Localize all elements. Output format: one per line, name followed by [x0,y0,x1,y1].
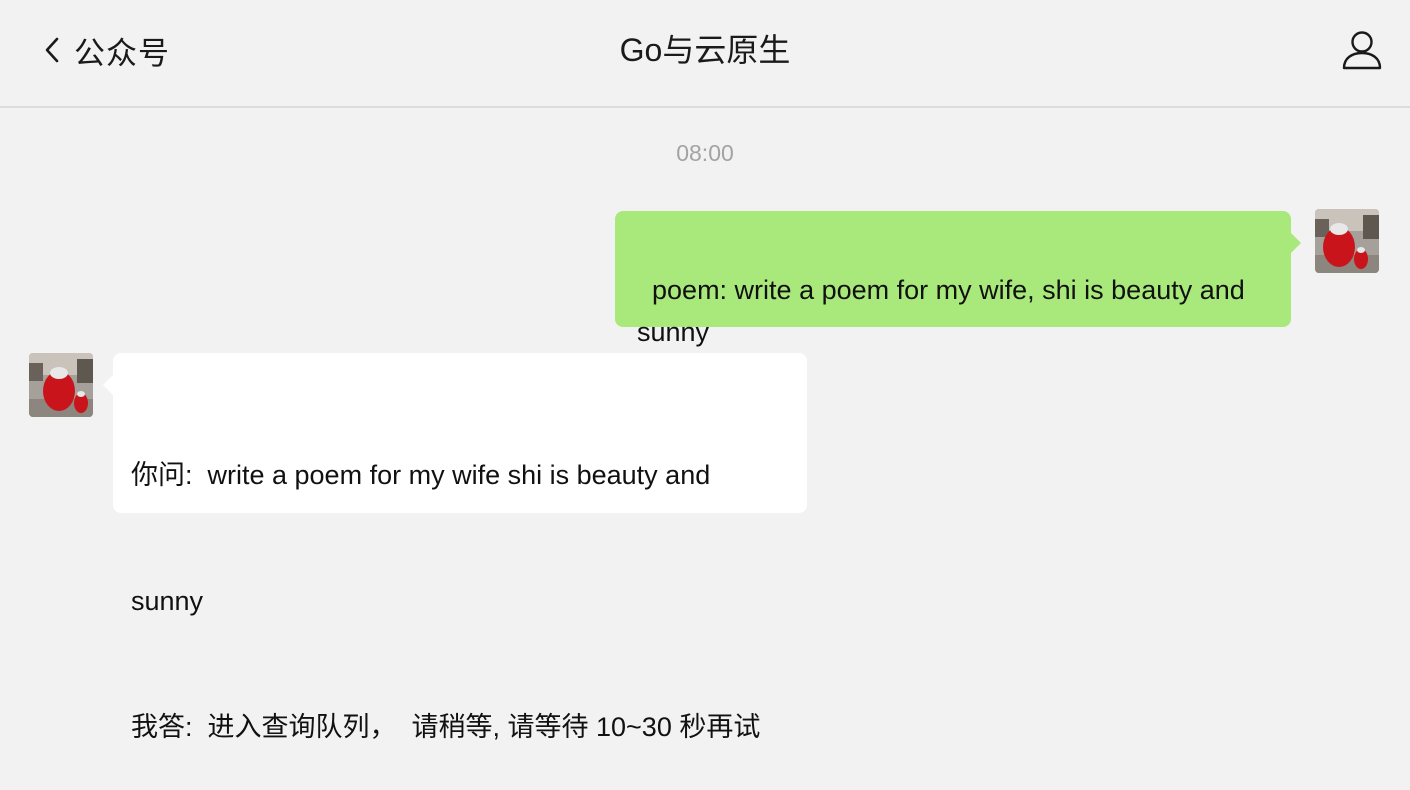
incoming-message-line: 我答: 进入查询队列， 请稍等, 请等待 10~30 秒再试 [131,712,761,742]
sender-avatar[interactable] [29,353,93,417]
incoming-message-line: 你问: write a poem for my wife shi is beau… [131,460,711,490]
outgoing-message-text: poem: write a poem for my wife, shi is b… [637,275,1253,347]
my-avatar[interactable] [1315,209,1379,273]
chat-title: Go与云原生 [619,32,791,68]
message-timestamp: 08:00 [676,140,734,166]
incoming-message-line: sunny [131,586,204,616]
back-button[interactable]: 公众号 [44,28,170,72]
chevron-left-icon [44,36,60,64]
incoming-message-bubble[interactable]: 你问: write a poem for my wife shi is beau… [103,353,807,742]
outgoing-message-bubble[interactable]: poem: write a poem for my wife, shi is b… [615,211,1301,347]
back-label: 公众号 [74,35,170,71]
profile-button[interactable] [1340,28,1384,72]
person-outline-icon [1340,31,1384,76]
top-bar: 公众号 Go与云原生 [0,0,1410,108]
